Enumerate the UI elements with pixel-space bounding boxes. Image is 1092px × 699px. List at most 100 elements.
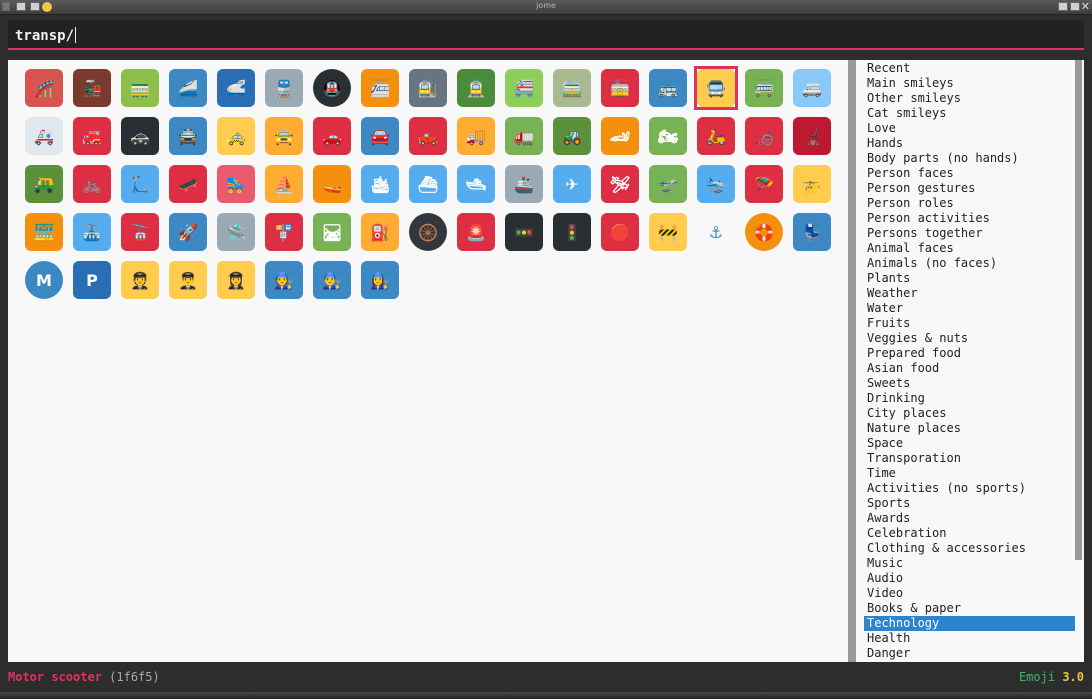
category-item[interactable]: Transporation [864,451,1075,466]
category-item[interactable]: Drinking [864,391,1075,406]
emoji-cell[interactable]: 🛩 [598,162,642,206]
emoji-cell[interactable]: 🛑 [598,210,642,254]
category-item[interactable]: Animal faces [864,241,1075,256]
category-item[interactable]: Person activities [864,211,1075,226]
category-item[interactable]: Video [864,586,1075,601]
emoji-cell[interactable]: 🚐 [790,66,834,110]
emoji-cell[interactable]: 🦽 [742,114,786,158]
category-item[interactable]: Person gestures [864,181,1075,196]
emoji-cell[interactable]: 🚂 [70,66,114,110]
category-item[interactable]: Sports [864,496,1075,511]
close-icon[interactable]: ✕ [1081,0,1090,13]
emoji-cell[interactable]: 🚁 [790,162,834,206]
emoji-cell[interactable]: 🚢 [502,162,546,206]
category-item[interactable]: Cat smileys [864,106,1075,121]
emoji-cell[interactable]: 🚗 [310,114,354,158]
category-item[interactable]: Prepared food [864,346,1075,361]
category-item[interactable]: Activities (no sports) [864,481,1075,496]
category-item[interactable]: Love [864,121,1075,136]
emoji-cell[interactable]: 🚅 [214,66,258,110]
emoji-cell[interactable]: 🛹 [166,162,210,206]
emoji-cell[interactable]: 🚜 [550,114,594,158]
search-input[interactable]: transp/ [8,20,1084,50]
category-item[interactable]: Animals (no faces) [864,256,1075,271]
emoji-cell[interactable]: 🚕 [214,114,258,158]
emoji-cell[interactable]: 🚘 [358,114,402,158]
emoji-cell[interactable]: 🚖 [262,114,306,158]
emoji-cell[interactable]: 🛟 [742,210,786,254]
emoji-cell[interactable]: 🛫 [646,162,690,206]
emoji-cell[interactable]: 🚛 [502,114,546,158]
category-item[interactable]: Audio [864,571,1075,586]
category-item[interactable]: Other smileys [864,91,1075,106]
category-item[interactable]: Clothing & accessories [864,541,1075,556]
emoji-cell[interactable]: 🚡 [118,210,162,254]
emoji-cell[interactable]: 🚄 [166,66,210,110]
category-item[interactable]: Asian food [864,361,1075,376]
category-item[interactable]: City places [864,406,1075,421]
emoji-cell[interactable]: 🚚 [454,114,498,158]
emoji-cell[interactable]: 🛼 [214,162,258,206]
category-item[interactable]: Sweets [864,376,1075,391]
emoji-cell[interactable]: 🪂 [742,162,786,206]
category-item[interactable]: Space [864,436,1075,451]
emoji-cell[interactable]: 🚑 [22,114,66,158]
restore-button[interactable] [1070,2,1080,11]
emoji-cell[interactable]: 🏍 [646,114,690,158]
category-scrollbar[interactable] [1075,60,1082,560]
emoji-cell[interactable]: 🛺 [22,162,66,206]
emoji-cell[interactable]: 🚆 [262,66,306,110]
emoji-cell[interactable]: 🚌 [646,66,690,110]
category-item[interactable]: Recent [864,61,1075,76]
emoji-cell[interactable]: 🚞 [550,66,594,110]
category-item[interactable]: Danger [864,646,1075,661]
emoji-cell[interactable]: 🚲 [70,162,114,206]
emoji-cell[interactable]: 🛳 [358,162,402,206]
emoji-cell[interactable]: 👨‍✈️ [166,258,210,302]
emoji-cell[interactable]: 🚔 [166,114,210,158]
emoji-cell[interactable]: 🚓 [118,114,162,158]
category-item[interactable]: Health [864,631,1075,646]
category-item[interactable]: Books & paper [864,601,1075,616]
category-item[interactable]: Time [864,466,1075,481]
category-item[interactable]: Nature places [864,421,1075,436]
emoji-cell[interactable]: 🚏 [262,210,306,254]
emoji-cell[interactable]: 🚠 [70,210,114,254]
emoji-cell[interactable]: 👨‍🔧 [310,258,354,302]
emoji-cell[interactable]: 🧑‍✈️ [118,258,162,302]
emoji-cell[interactable]: 🚨 [454,210,498,254]
emoji-cell[interactable]: 🚒 [70,114,114,158]
category-item[interactable]: Body parts (no hands) [864,151,1075,166]
emoji-cell[interactable]: 🧑‍🔧 [262,258,306,302]
emoji-cell[interactable]: 🚇 [310,66,354,110]
emoji-cell[interactable]: 🛻 [406,114,450,158]
emoji-cell[interactable]: ✈ [550,162,594,206]
emoji-cell[interactable]: 🚟 [22,210,66,254]
category-item[interactable]: Main smileys [864,76,1075,91]
emoji-cell[interactable]: 🦼 [790,114,834,158]
emoji-cell[interactable]: 🚀 [166,210,210,254]
emoji-cell[interactable]: 🚍 [694,66,738,110]
emoji-cell[interactable]: 💺 [790,210,834,254]
category-item[interactable]: Persons together [864,226,1075,241]
emoji-cell[interactable]: 🚧 [646,210,690,254]
emoji-cell[interactable]: 👩‍🔧 [358,258,402,302]
emoji-cell[interactable]: 🛬 [694,162,738,206]
category-item[interactable]: Plants [864,271,1075,286]
emoji-cell[interactable]: 🚎 [742,66,786,110]
emoji-cell[interactable]: M [22,258,66,302]
emoji-cell[interactable]: 🛞 [406,210,450,254]
category-item[interactable]: Person faces [864,166,1075,181]
maximize-button[interactable] [1058,2,1068,11]
category-item[interactable]: Technology [864,616,1075,631]
category-item[interactable]: Awards [864,511,1075,526]
emoji-cell[interactable]: 🚥 [502,210,546,254]
emoji-cell[interactable]: 🚊 [454,66,498,110]
emoji-cell[interactable]: 🎢 [22,66,66,110]
category-item[interactable]: Hands [864,136,1075,151]
category-item[interactable]: Water [864,301,1075,316]
emoji-cell[interactable]: 🚃 [118,66,162,110]
emoji-cell[interactable]: 🛤 [310,210,354,254]
emoji-cell[interactable]: ⚓ [694,210,738,254]
category-item[interactable]: Fruits [864,316,1075,331]
